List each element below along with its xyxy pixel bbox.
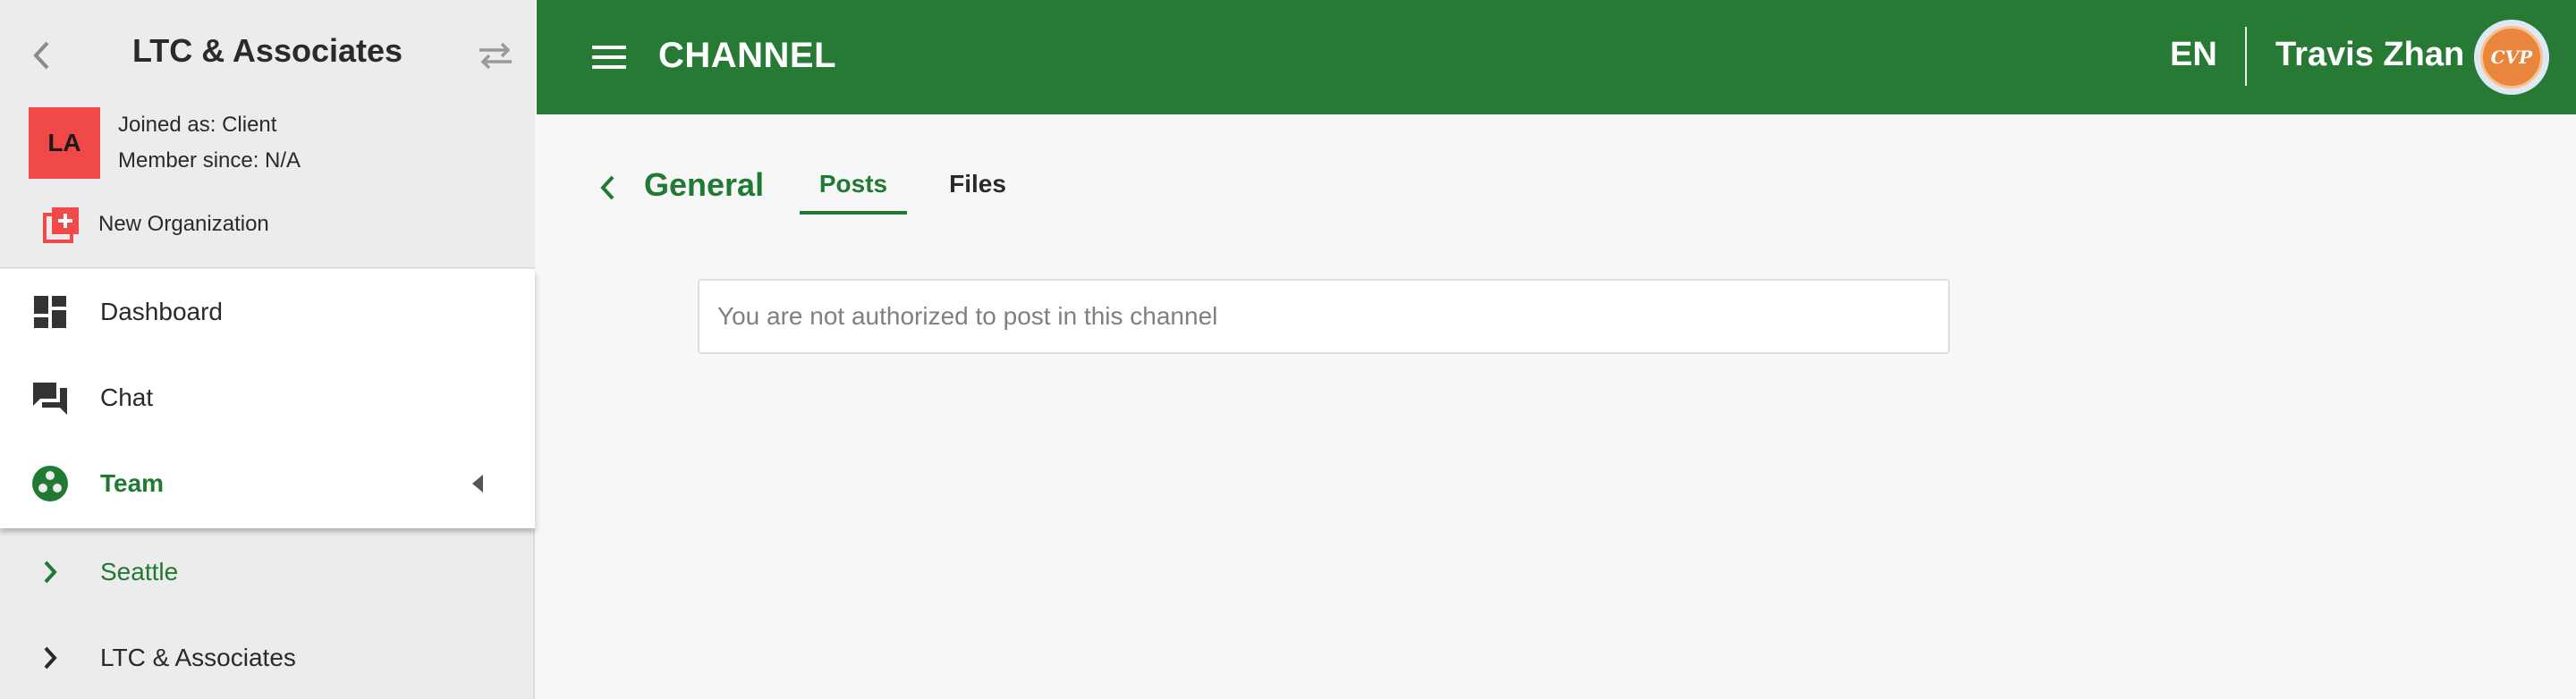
tab-posts[interactable]: Posts — [800, 170, 907, 215]
menu-button[interactable] — [592, 39, 628, 75]
page-title: CHANNEL — [658, 36, 837, 75]
back-button[interactable] — [25, 39, 57, 72]
chevron-right-icon — [39, 644, 61, 671]
sidebar-item-label: Dashboard — [100, 298, 223, 325]
team-item-label: Seattle — [100, 558, 179, 585]
new-organization-label: New Organization — [98, 212, 269, 236]
organization-avatar: LA — [29, 107, 100, 179]
add-box-icon — [43, 207, 79, 243]
menu-icon-bar — [592, 46, 626, 49]
chevron-left-icon — [33, 41, 49, 70]
user-avatar[interactable]: CVP — [2474, 20, 2549, 95]
sidebar-item-chat[interactable]: Chat — [0, 355, 535, 441]
switch-organization-button[interactable] — [476, 38, 515, 73]
avatar-logo: CVP — [2480, 26, 2543, 88]
tab-files[interactable]: Files — [937, 170, 1018, 215]
new-organization-button[interactable]: New Organization — [43, 204, 269, 245]
chat-icon — [30, 378, 70, 417]
organization-name: LTC & Associates — [131, 32, 403, 69]
post-input-disabled[interactable]: You are not authorized to post in this c… — [698, 279, 1950, 354]
member-since-text: Member since: N/A — [118, 148, 301, 173]
top-app-bar: CHANNEL EN Travis Zhan CVP — [537, 0, 2576, 114]
menu-icon-bar — [592, 55, 626, 59]
sidebar-item-label: Chat — [100, 383, 154, 411]
sidebar-item-team[interactable]: Team — [0, 441, 535, 526]
caret-left-icon — [472, 475, 483, 493]
language-selector[interactable]: EN — [2170, 36, 2217, 74]
team-item-seattle[interactable]: Seattle — [0, 529, 535, 615]
sidebar-item-label: Team — [100, 469, 165, 497]
user-name[interactable]: Travis Zhan — [2275, 36, 2464, 74]
swap-icon — [479, 42, 512, 70]
sidebar-nav: Dashboard Chat Team — [0, 269, 535, 528]
menu-icon-bar — [592, 65, 626, 69]
dashboard-icon — [30, 292, 70, 332]
sidebar-item-dashboard[interactable]: Dashboard — [0, 269, 535, 355]
sidebar: LTC & Associates LA Joined as: Client Me… — [0, 0, 535, 699]
channel-name: General — [644, 166, 765, 203]
joined-as-text: Joined as: Client — [118, 113, 277, 137]
team-item-label: LTC & Associates — [100, 644, 296, 671]
team-item-ltc-associates[interactable]: LTC & Associates — [0, 615, 535, 699]
chevron-right-icon — [39, 559, 61, 585]
divider — [2245, 27, 2247, 86]
chevron-left-icon — [600, 175, 614, 200]
team-icon — [30, 464, 70, 503]
organization-header: LTC & Associates LA Joined as: Client Me… — [0, 0, 535, 268]
post-restriction-message: You are not authorized to post in this c… — [717, 302, 1218, 330]
channel-back-button[interactable] — [594, 172, 621, 204]
